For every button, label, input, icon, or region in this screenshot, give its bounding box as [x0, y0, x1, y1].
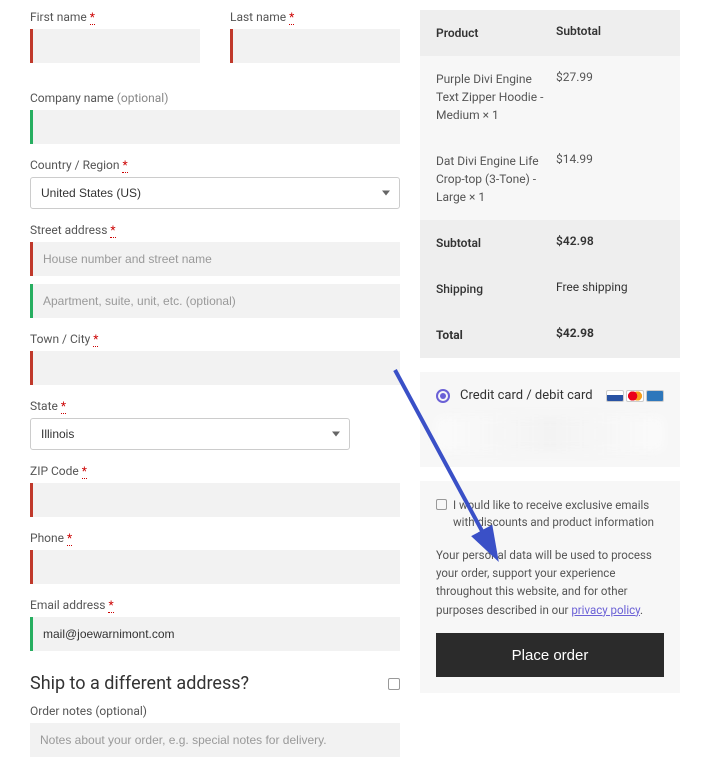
- required-mark: *: [122, 158, 127, 173]
- first-name-input[interactable]: [30, 29, 200, 63]
- required-mark: *: [289, 10, 294, 25]
- ship-diff-checkbox[interactable]: [388, 678, 400, 690]
- total-value: $42.98: [556, 326, 664, 344]
- city-input[interactable]: [30, 351, 400, 385]
- payment-radio[interactable]: [436, 389, 450, 403]
- shipping-value: Free shipping: [556, 280, 664, 298]
- required-mark: *: [82, 464, 87, 479]
- order-summary-panel: Product Subtotal Purple Divi Engine Text…: [420, 10, 680, 358]
- mastercard-icon: [626, 390, 644, 402]
- line-item-price: $14.99: [556, 152, 664, 206]
- company-input[interactable]: [30, 110, 400, 144]
- email-input[interactable]: [30, 617, 400, 651]
- order-notes-label: Order notes (optional): [30, 704, 400, 718]
- payment-method-label: Credit card / debit card: [460, 388, 593, 403]
- required-mark: *: [90, 10, 95, 25]
- zip-input[interactable]: [30, 483, 400, 517]
- required-mark: *: [108, 598, 113, 613]
- street-label: Street address *: [30, 223, 400, 237]
- zip-label: ZIP Code *: [30, 464, 400, 478]
- order-notes-input[interactable]: [30, 723, 400, 757]
- company-label: Company name (optional): [30, 91, 400, 105]
- amex-icon: [646, 390, 664, 402]
- phone-label: Phone *: [30, 531, 400, 545]
- phone-input[interactable]: [30, 550, 400, 584]
- total-label: Total: [436, 326, 556, 344]
- card-brand-icons: [606, 390, 664, 402]
- header-product: Product: [436, 24, 556, 42]
- required-mark: *: [110, 223, 115, 238]
- subtotal-label: Subtotal: [436, 234, 556, 252]
- card-fields-placeholder[interactable]: [436, 417, 664, 451]
- country-select[interactable]: United States (US): [30, 177, 400, 209]
- privacy-text: Your personal data will be used to proce…: [436, 546, 664, 620]
- city-label: Town / City *: [30, 332, 400, 346]
- header-subtotal: Subtotal: [556, 24, 664, 42]
- required-mark: *: [67, 531, 72, 546]
- consent-panel: I would like to receive exclusive emails…: [420, 481, 680, 693]
- street1-input[interactable]: [30, 242, 400, 276]
- street2-input[interactable]: [30, 284, 400, 318]
- privacy-policy-link[interactable]: privacy policy: [571, 603, 640, 617]
- subtotal-value: $42.98: [556, 234, 664, 252]
- payment-panel: Credit card / debit card: [420, 372, 680, 467]
- required-mark: *: [93, 332, 98, 347]
- ship-diff-title: Ship to a different address?: [30, 673, 249, 694]
- marketing-checkbox[interactable]: [436, 499, 447, 510]
- country-label: Country / Region *: [30, 158, 400, 172]
- marketing-text: I would like to receive exclusive emails…: [453, 497, 664, 532]
- email-label: Email address *: [30, 598, 400, 612]
- place-order-button[interactable]: Place order: [436, 633, 664, 677]
- state-label: State *: [30, 399, 400, 413]
- first-name-label: First name *: [30, 10, 200, 24]
- line-item-price: $27.99: [556, 70, 664, 124]
- state-select[interactable]: Illinois: [30, 418, 350, 450]
- shipping-label: Shipping: [436, 280, 556, 298]
- line-item-name: Dat Divi Engine Life Crop-top (3-Tone) -…: [436, 152, 556, 206]
- last-name-label: Last name *: [230, 10, 400, 24]
- visa-icon: [606, 390, 624, 402]
- line-item-name: Purple Divi Engine Text Zipper Hoodie - …: [436, 70, 556, 124]
- last-name-input[interactable]: [230, 29, 400, 63]
- required-mark: *: [61, 399, 66, 414]
